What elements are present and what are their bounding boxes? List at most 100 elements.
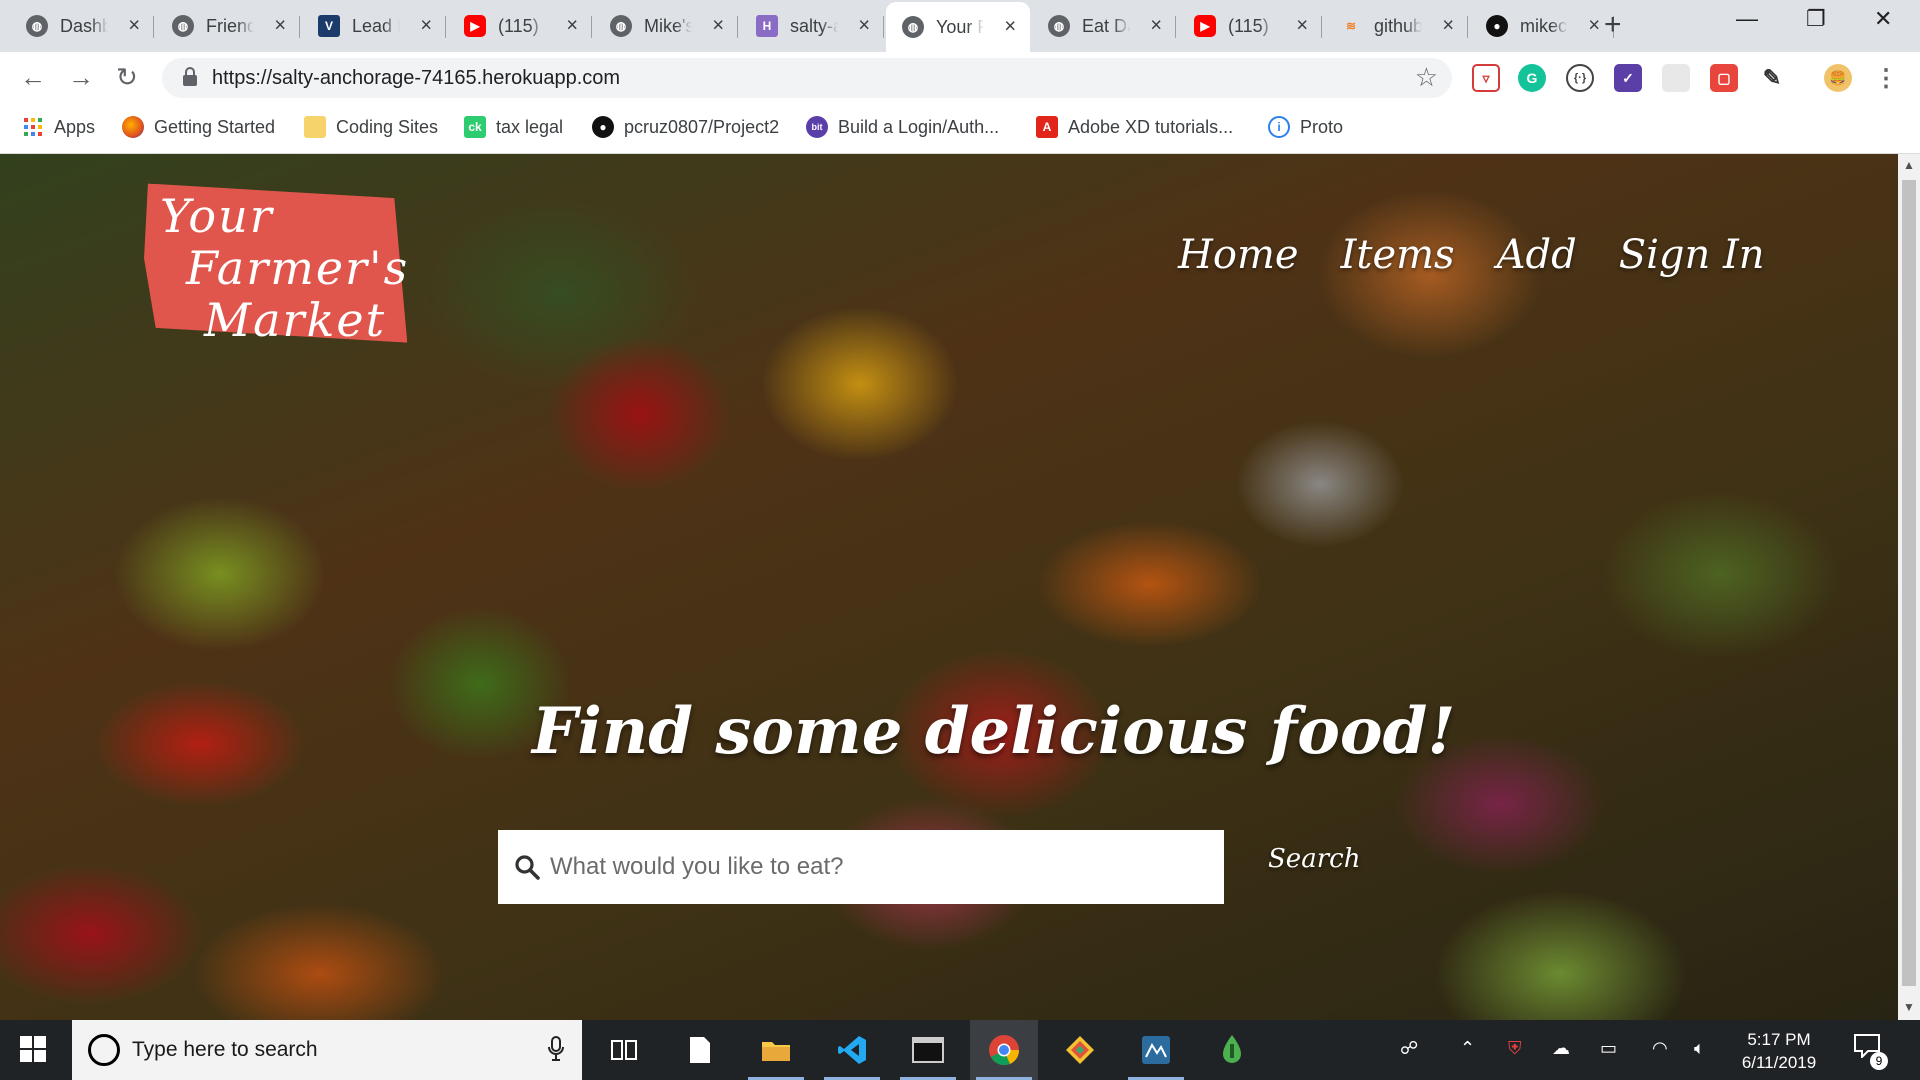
tab-title: mikec — [1520, 15, 1568, 36]
restore-window-button[interactable]: ❐ — [1806, 6, 1826, 32]
eyedropper-extension-icon[interactable]: ✎ — [1758, 64, 1786, 92]
globe-icon: ◍ — [172, 15, 194, 37]
search-icon — [514, 854, 540, 885]
browser-tab[interactable]: ◍ Your Farmer's Market × — [886, 2, 1030, 52]
browser-tab[interactable]: ◍ Dashboard × — [10, 4, 154, 48]
json-viewer-extension-icon[interactable]: {·} — [1566, 64, 1594, 92]
nav-link-home[interactable]: Home — [1178, 232, 1299, 278]
menu-kebab-icon[interactable]: ⋮ — [1872, 64, 1900, 92]
bookmark-label: pcruz0807/Project2 — [624, 116, 780, 137]
bookmark-build-login[interactable]: bit Build a Login/Auth... — [806, 116, 999, 138]
tab-separator — [737, 16, 738, 38]
browser-tab[interactable]: ◍ Mike's × — [594, 4, 738, 48]
nav-link-items[interactable]: Items — [1341, 232, 1455, 278]
close-window-button[interactable]: ✕ — [1874, 6, 1892, 32]
taskbar-clock[interactable]: 5:17 PM 6/11/2019 — [1724, 1028, 1834, 1074]
new-tab-button[interactable]: + — [1604, 8, 1622, 42]
forward-arrow-icon[interactable]: → — [68, 62, 94, 93]
volume-icon[interactable]: 🔈︎ — [1694, 1038, 1705, 1059]
people-icon[interactable]: ☍ — [1400, 1038, 1418, 1059]
close-tab-icon[interactable]: × — [274, 15, 286, 38]
microphone-icon[interactable] — [548, 1036, 564, 1067]
file-icon[interactable] — [666, 1020, 734, 1080]
taskbar-search-placeholder: Type here to search — [132, 1038, 318, 1061]
back-arrow-icon[interactable]: ← — [20, 62, 46, 93]
lock-icon[interactable] — [182, 67, 198, 92]
site-logo[interactable]: Your Farmer's Market — [160, 190, 460, 346]
search-box — [498, 830, 1224, 904]
wifi-icon[interactable]: ◠ — [1652, 1038, 1668, 1059]
bookmark-label: Proto — [1300, 116, 1344, 137]
checklist-extension-icon[interactable]: ✓ — [1614, 64, 1642, 92]
bookmark-getting-started[interactable]: Getting Started — [122, 116, 275, 138]
search-button[interactable]: Search — [1268, 844, 1360, 874]
close-tab-icon[interactable]: × — [1004, 16, 1016, 39]
bookmark-tax-legal[interactable]: ck tax legal — [464, 116, 563, 138]
taskbar-search-box[interactable]: Type here to search — [72, 1020, 582, 1080]
bookmark-coding-sites[interactable]: Coding Sites — [304, 116, 438, 138]
browser-tab[interactable]: ● mikec × — [1470, 4, 1614, 48]
scroll-thumb[interactable] — [1902, 180, 1916, 986]
browser-tab[interactable]: V Lead Engineer × — [302, 4, 446, 48]
address-bar[interactable]: https://salty-anchorage-74165.herokuapp.… — [162, 58, 1452, 98]
vscode-icon[interactable] — [818, 1020, 886, 1080]
git-kraken-icon[interactable] — [1046, 1020, 1114, 1080]
nav-link-add[interactable]: Add — [1497, 232, 1577, 278]
browser-tab[interactable]: ◍ Friends × — [156, 4, 300, 48]
tab-title: Dashboard — [60, 15, 108, 36]
onedrive-icon[interactable]: ☁ — [1552, 1038, 1570, 1059]
profile-avatar[interactable]: 🍔 — [1824, 64, 1852, 92]
task-view-icon[interactable] — [590, 1020, 658, 1080]
scroll-down-arrow-icon[interactable]: ▼ — [1903, 1000, 1915, 1014]
browser-tab[interactable]: ≋ github × — [1324, 4, 1468, 48]
globe-icon: ◍ — [1048, 15, 1070, 37]
bookmark-star-icon[interactable]: ☆ — [1415, 62, 1438, 93]
close-tab-icon[interactable]: × — [712, 15, 724, 38]
close-tab-icon[interactable]: × — [1442, 15, 1454, 38]
pocket-extension-icon[interactable]: ▿ — [1472, 64, 1500, 92]
cortana-icon — [88, 1034, 120, 1066]
search-input[interactable] — [550, 830, 1210, 904]
reload-icon[interactable]: ↻ — [116, 62, 138, 93]
battery-icon[interactable]: ▭ — [1600, 1038, 1617, 1059]
close-tab-icon[interactable]: × — [1588, 15, 1600, 38]
clock-time: 5:17 PM — [1747, 1030, 1811, 1049]
bookmark-proto[interactable]: i Proto — [1268, 116, 1343, 138]
blank-extension-icon[interactable] — [1662, 64, 1690, 92]
browser-tab[interactable]: ▶ (115) × — [1178, 4, 1322, 48]
close-tab-icon[interactable]: × — [1296, 15, 1308, 38]
page-scrollbar[interactable]: ▲ ▼ — [1898, 154, 1920, 1020]
main-nav: Home Items Add Sign In — [1178, 232, 1765, 278]
close-tab-icon[interactable]: × — [1150, 15, 1162, 38]
browser-tab[interactable]: Hsalty-anchorage × — [740, 4, 884, 48]
robo3t-icon[interactable] — [1198, 1020, 1266, 1080]
bookmark-pcruz-project2[interactable]: ● pcruz0807/Project2 — [592, 116, 779, 138]
antivirus-icon[interactable]: ⛨ — [1508, 1038, 1522, 1059]
tab-separator — [1175, 16, 1176, 38]
close-tab-icon[interactable]: × — [128, 15, 140, 38]
stackoverflow-icon: ≋ — [1345, 19, 1357, 33]
chevron-up-icon[interactable]: ⌃ — [1460, 1038, 1475, 1059]
bookmark-label: tax legal — [496, 116, 564, 137]
close-tab-icon[interactable]: × — [566, 15, 578, 38]
proto-icon: i — [1268, 116, 1290, 138]
page-viewport: Your Farmer's Market Home Items Add Sign… — [0, 154, 1898, 1020]
browser-tab[interactable]: ◍ Eat Da Burger × — [1032, 4, 1176, 48]
close-tab-icon[interactable]: × — [858, 15, 870, 38]
browser-tab[interactable]: ▶ (115) × — [448, 4, 592, 48]
mysql-workbench-icon[interactable] — [1122, 1020, 1190, 1080]
file-explorer-icon[interactable] — [742, 1020, 810, 1080]
scroll-up-arrow-icon[interactable]: ▲ — [1903, 158, 1915, 172]
close-tab-icon[interactable]: × — [420, 15, 432, 38]
minimize-window-button[interactable]: — — [1736, 6, 1758, 32]
url-text: https://salty-anchorage-74165.herokuapp.… — [212, 67, 621, 89]
bookmark-apps[interactable]: Apps — [22, 116, 95, 138]
tab-separator — [153, 16, 154, 38]
bookmark-adobe-xd[interactable]: A Adobe XD tutorials... — [1036, 116, 1233, 138]
grammarly-extension-icon[interactable]: G — [1518, 64, 1546, 92]
chrome-icon[interactable] — [970, 1020, 1038, 1080]
nav-link-sign-in[interactable]: Sign In — [1619, 232, 1765, 278]
windows-start-icon[interactable] — [20, 1036, 46, 1067]
terminal-icon[interactable] — [894, 1020, 962, 1080]
adblock-extension-icon[interactable]: ▢ — [1710, 64, 1738, 92]
